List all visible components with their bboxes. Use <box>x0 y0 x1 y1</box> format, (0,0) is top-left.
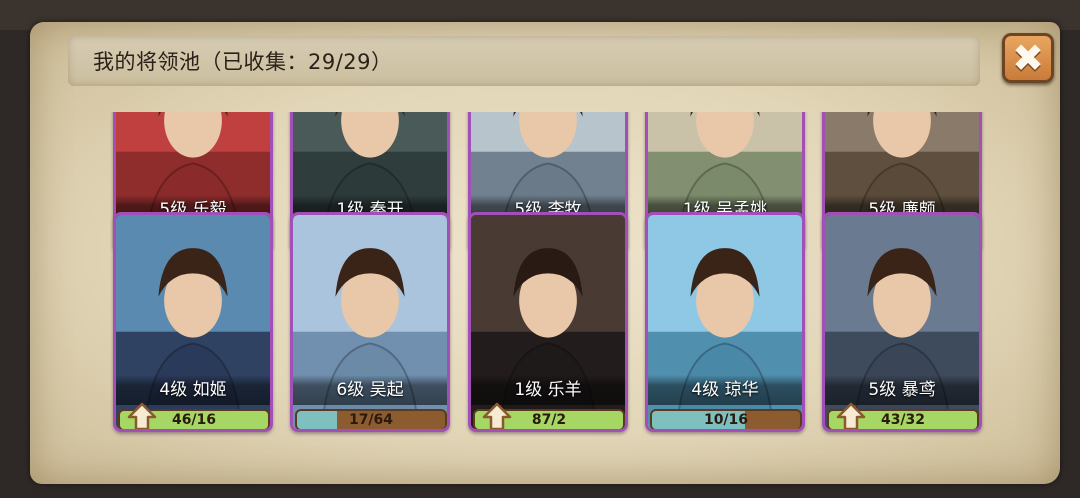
general-name-level: 6级 吴起 <box>293 375 447 405</box>
shard-progress-bar: 17/64 <box>295 409 447 429</box>
upgrade-arrow-icon[interactable] <box>127 402 157 429</box>
general-card-grid: 5级 乐毅26/321级 秦开58/25级 李牧13/321级 吴孟姚60/25… <box>100 112 1000 442</box>
shard-progress-text: 17/64 <box>348 412 394 428</box>
general-card[interactable]: 1级 乐羊 87/2 <box>468 212 628 432</box>
general-name-level: 4级 如姬 <box>116 375 270 405</box>
general-card[interactable]: 4级 如姬 46/16 <box>113 212 273 432</box>
close-button[interactable]: ✖ <box>1002 33 1054 83</box>
shard-progress-text: 10/16 <box>703 412 749 428</box>
general-card[interactable]: 5级 暴鸢 43/32 <box>822 212 982 432</box>
general-name-level: 1级 乐羊 <box>471 375 625 405</box>
shard-progress-bar: 10/16 <box>650 409 802 429</box>
general-card[interactable]: 6级 吴起 17/64 <box>290 212 450 432</box>
upgrade-arrow-icon[interactable] <box>836 402 866 429</box>
general-card[interactable]: 4级 琼华 10/16 <box>645 212 805 432</box>
page-title: 我的将领池（已收集：29/29） <box>93 50 393 74</box>
general-name-level: 4级 琼华 <box>648 375 802 405</box>
general-name-level: 5级 暴鸢 <box>825 375 979 405</box>
upgrade-arrow-icon[interactable] <box>482 402 512 429</box>
